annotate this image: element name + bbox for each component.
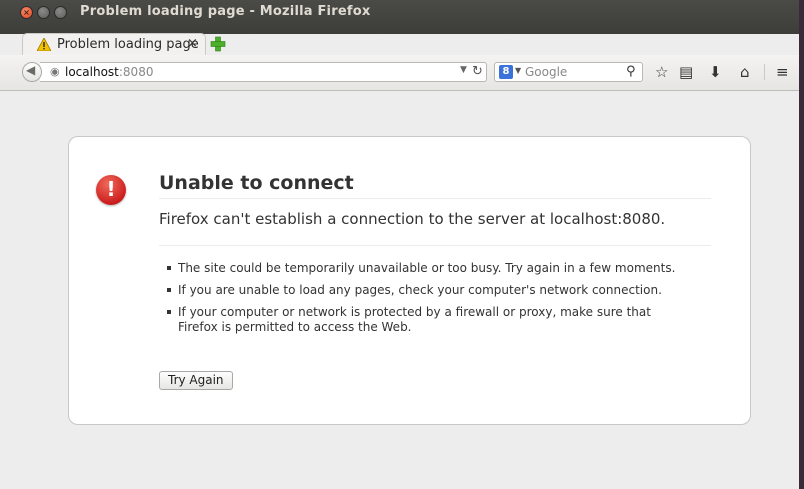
- new-tab-button[interactable]: [209, 35, 227, 53]
- title-bar: × Problem loading page - Mozilla Firefox: [0, 0, 799, 34]
- tab-close-icon[interactable]: ×: [187, 36, 198, 51]
- error-tips-list: The site could be temporarily unavailabl…: [167, 261, 687, 342]
- list-item: If you are unable to load any pages, che…: [167, 283, 687, 298]
- home-icon[interactable]: ⌂: [740, 63, 750, 81]
- error-title: Unable to connect: [159, 172, 354, 194]
- tab-label: Problem loading page: [57, 37, 199, 52]
- window-minimize-button[interactable]: [37, 6, 50, 19]
- url-port: :8080: [118, 65, 154, 79]
- back-icon: ◀: [26, 63, 36, 77]
- error-container: ! Unable to connect Firefox can't establ…: [68, 136, 751, 425]
- try-again-button[interactable]: Try Again: [159, 371, 233, 390]
- window-close-button[interactable]: ×: [20, 6, 33, 19]
- tab-problem-loading-page[interactable]: Problem loading page ×: [22, 33, 206, 57]
- bookmark-star-icon[interactable]: ☆: [655, 63, 668, 81]
- error-description: Firefox can't establish a connection to …: [159, 210, 666, 228]
- divider: [159, 245, 711, 246]
- window-title: Problem loading page - Mozilla Firefox: [80, 4, 371, 19]
- search-engine-dropdown-icon[interactable]: ▼: [515, 66, 521, 75]
- globe-icon: ◉: [50, 65, 60, 78]
- close-icon: ×: [23, 8, 30, 17]
- page-content: ! Unable to connect Firefox can't establ…: [0, 91, 799, 489]
- divider: [159, 198, 711, 199]
- reload-icon[interactable]: ↻: [472, 64, 483, 79]
- menu-icon[interactable]: ≡: [776, 63, 789, 81]
- bookmarks-menu-icon[interactable]: ▤: [679, 63, 693, 81]
- back-button[interactable]: ◀: [22, 62, 42, 82]
- search-bar[interactable]: 8 ▼ Google ⚲: [494, 62, 643, 82]
- firefox-window: × Problem loading page - Mozilla Firefox…: [0, 0, 799, 489]
- search-icon[interactable]: ⚲: [626, 64, 636, 79]
- warning-icon: [37, 38, 51, 51]
- toolbar-separator: [764, 64, 765, 80]
- search-engine-icon[interactable]: 8: [499, 65, 513, 79]
- navigation-toolbar: ◉ localhost:8080 ▼ ↻ ◀ 8 ▼ Google ⚲ ☆ ▤ …: [0, 55, 799, 91]
- list-item: The site could be temporarily unavailabl…: [167, 261, 687, 276]
- window-maximize-button[interactable]: [54, 6, 67, 19]
- url-bar[interactable]: ◉ localhost:8080 ▼ ↻: [40, 62, 487, 82]
- download-icon[interactable]: ⬇: [709, 63, 722, 81]
- list-item: If your computer or network is protected…: [167, 305, 687, 335]
- url-host: localhost: [65, 65, 119, 79]
- url-history-dropdown-icon[interactable]: ▼: [460, 65, 467, 75]
- search-input[interactable]: Google: [525, 65, 567, 79]
- url-text: localhost:8080: [65, 65, 153, 79]
- error-icon: !: [96, 175, 126, 205]
